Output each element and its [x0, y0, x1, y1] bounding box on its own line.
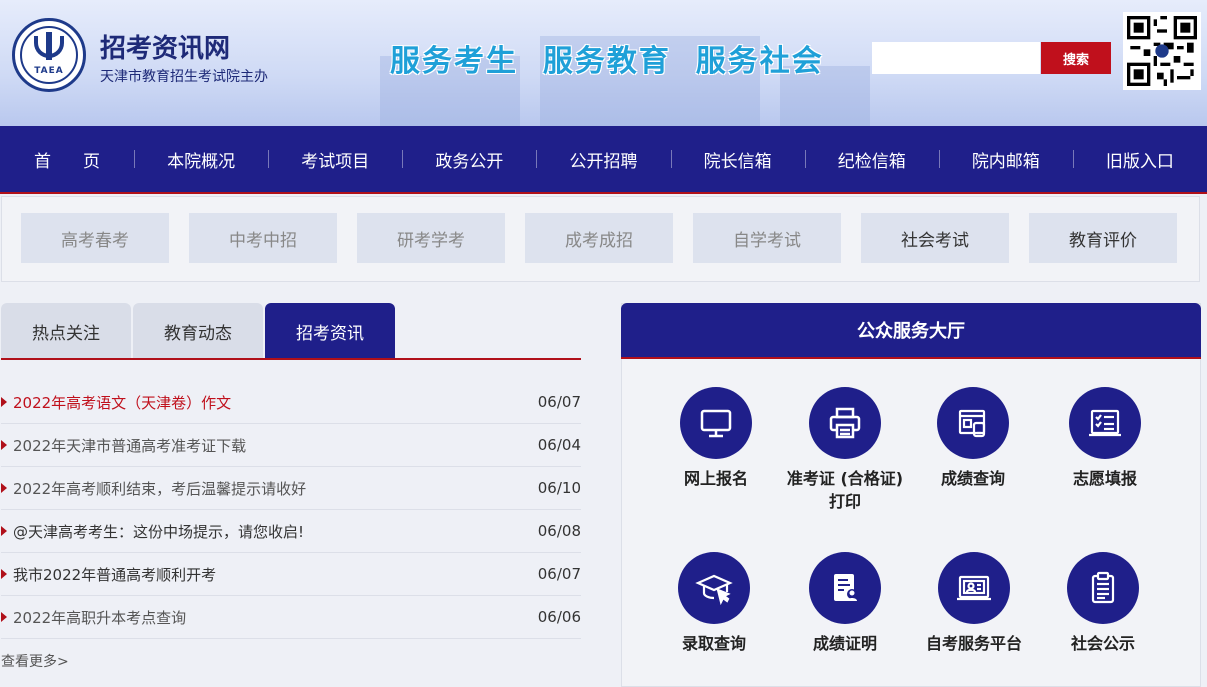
- list-item[interactable]: 2022年高考顺利结束，考后温馨提示请收好 06/10: [1, 467, 581, 510]
- tab-underline: [1, 358, 581, 360]
- main-nav: 首页 本院概况 考试项目 政务公开 公开招聘 院长信箱 纪检信箱 院内邮箱 旧版…: [0, 126, 1207, 194]
- list-item[interactable]: 2022年高考语文（天津卷）作文 06/07: [1, 381, 581, 424]
- graduation-cap-icon: [678, 552, 750, 624]
- news-title: 2022年高考语文（天津卷）作文: [1, 392, 231, 413]
- tab-education-news[interactable]: 教育动态: [133, 303, 263, 359]
- category-education-eval[interactable]: 教育评价: [1029, 213, 1177, 263]
- nav-item-exams[interactable]: 考试项目: [268, 126, 402, 192]
- service-label: 成绩证明: [812, 634, 877, 653]
- service-label: 录取查询: [681, 634, 746, 653]
- news-title: @天津高考考生：这份中场提示，请您收启!: [1, 521, 304, 542]
- list-item[interactable]: 我市2022年普通高考顺利开考 06/07: [1, 553, 581, 596]
- tab-admission-info[interactable]: 招考资讯: [265, 303, 395, 359]
- service-application-fill[interactable]: 志愿填报: [1045, 387, 1165, 490]
- service-admission-ticket[interactable]: 准考证 (合格证) 打印: [785, 387, 905, 513]
- site-subtitle: 天津市教育招生考试院主办: [100, 69, 268, 85]
- nav-item-public-affairs[interactable]: 政务公开: [402, 126, 536, 192]
- service-admission-query[interactable]: 录取查询: [654, 552, 774, 655]
- category-gaokao[interactable]: 高考春考: [21, 213, 169, 263]
- news-tabs: 热点关注 教育动态 招考资讯: [1, 303, 397, 359]
- logo-emblem-icon: TAEA: [20, 26, 78, 84]
- nav-item-internal-mail[interactable]: 院内邮箱: [938, 126, 1073, 192]
- printer-icon: [809, 387, 881, 459]
- service-public-notice[interactable]: 社会公示: [1043, 552, 1163, 655]
- slogan: 服务考生 服务教育 服务社会: [390, 44, 824, 79]
- news-title: 2022年高职升本考点查询: [1, 607, 186, 628]
- tab-hot-topics[interactable]: 热点关注: [1, 303, 131, 359]
- category-self-study[interactable]: 自学考试: [693, 213, 841, 263]
- list-item[interactable]: @天津高考考生：这份中场提示，请您收启! 06/08: [1, 510, 581, 553]
- news-date: 06/06: [537, 608, 581, 626]
- nav-item-discipline-mailbox[interactable]: 纪检信箱: [804, 126, 939, 192]
- service-label: 自考服务平台: [925, 634, 1022, 653]
- list-item[interactable]: 2022年高职升本考点查询 06/06: [1, 596, 581, 639]
- news-title: 2022年高考顺利结束，考后温馨提示请收好: [1, 478, 306, 499]
- news-list: 2022年高考语文（天津卷）作文 06/07 2022年天津市普通高考准考证下载…: [1, 381, 581, 639]
- logo-text: TAEA: [34, 66, 64, 76]
- qr-code: [1123, 12, 1201, 90]
- service-hall-title: 公众服务大厅: [621, 303, 1201, 359]
- category-chengkao[interactable]: 成考成招: [525, 213, 673, 263]
- nav-item-home[interactable]: 首页: [0, 126, 134, 192]
- news-title: 我市2022年普通高考顺利开考: [1, 564, 216, 585]
- service-label: 志愿填报: [1072, 469, 1137, 488]
- news-date: 06/10: [537, 479, 581, 497]
- monitor-icon: [680, 387, 752, 459]
- service-score-certificate[interactable]: 成绩证明: [785, 552, 905, 655]
- category-zhongkao[interactable]: 中考中招: [189, 213, 337, 263]
- service-self-study-platform[interactable]: 自考服务平台: [914, 552, 1034, 655]
- service-label: 成绩查询: [940, 469, 1005, 488]
- id-card-icon: [938, 552, 1010, 624]
- search-button[interactable]: 搜索: [1041, 42, 1111, 74]
- category-social-exam[interactable]: 社会考试: [861, 213, 1009, 263]
- news-date: 06/07: [537, 565, 581, 583]
- search-input[interactable]: [872, 42, 1040, 74]
- list-item[interactable]: 2022年天津市普通高考准考证下载 06/04: [1, 424, 581, 467]
- service-score-query[interactable]: 成绩查询: [913, 387, 1033, 490]
- news-date: 06/04: [537, 436, 581, 454]
- category-bar: 高考春考 中考中招 研考学考 成考成招 自学考试 社会考试 教育评价: [1, 196, 1200, 282]
- service-label: 准考证 (合格证) 打印: [786, 469, 904, 511]
- clipboard-icon: [1067, 552, 1139, 624]
- news-date: 06/08: [537, 522, 581, 540]
- service-online-registration[interactable]: 网上报名: [656, 387, 776, 490]
- more-link[interactable]: 查看更多>: [1, 651, 69, 671]
- nav-item-president-mailbox[interactable]: 院长信箱: [670, 126, 805, 192]
- service-label: 社会公示: [1070, 634, 1135, 653]
- nav-item-about[interactable]: 本院概况: [134, 126, 268, 192]
- news-title: 2022年天津市普通高考准考证下载: [1, 435, 246, 456]
- news-date: 06/07: [537, 393, 581, 411]
- nav-item-recruitment[interactable]: 公开招聘: [536, 126, 670, 192]
- site-header: TAEA 招考资讯网 天津市教育招生考试院主办 服务考生 服务教育 服务社会 搜…: [0, 0, 1207, 126]
- certificate-icon: [809, 552, 881, 624]
- category-yankao[interactable]: 研考学考: [357, 213, 505, 263]
- score-search-icon: [937, 387, 1009, 459]
- site-logo[interactable]: TAEA: [12, 18, 86, 92]
- qr-code-icon: [1127, 16, 1197, 86]
- nav-item-old-version[interactable]: 旧版入口: [1072, 126, 1207, 192]
- service-label: 网上报名: [683, 469, 748, 488]
- form-icon: [1069, 387, 1141, 459]
- site-title: 招考资讯网: [100, 34, 231, 64]
